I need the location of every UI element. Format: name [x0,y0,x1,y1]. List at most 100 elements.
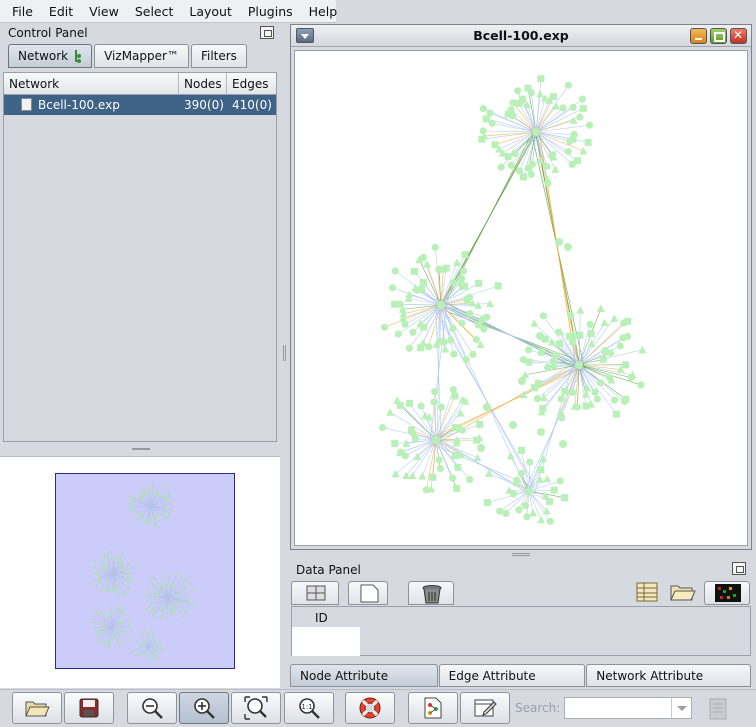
search-options-icon[interactable] [706,696,732,722]
network-node[interactable] [597,379,605,387]
network-node[interactable] [409,328,417,336]
network-node[interactable] [515,167,524,175]
zoom-in-button[interactable] [179,692,229,724]
network-node[interactable] [564,147,572,156]
network-node[interactable] [568,160,576,168]
network-node[interactable] [496,507,504,515]
menu-select[interactable]: Select [127,0,182,23]
window-menu-icon[interactable] [296,28,314,43]
network-node[interactable] [497,163,505,171]
network-node[interactable] [576,331,584,339]
network-node[interactable] [476,420,484,428]
network-node[interactable] [527,88,535,97]
network-node[interactable] [482,115,490,123]
network-node[interactable] [479,127,487,135]
network-node[interactable] [596,304,605,312]
menu-help[interactable]: Help [301,0,346,23]
zoom-out-button[interactable] [127,692,177,724]
network-node[interactable] [507,161,515,169]
network-node[interactable] [585,121,594,129]
network-node[interactable] [513,476,521,484]
network-hub-node[interactable] [432,436,440,444]
menu-edit[interactable]: Edit [41,0,81,23]
network-node[interactable] [441,345,450,353]
menu-view[interactable]: View [81,0,127,23]
network-node[interactable] [456,409,465,417]
network-node[interactable] [436,464,444,473]
network-node[interactable] [523,512,531,521]
network-node[interactable] [610,314,619,322]
network-node[interactable] [527,170,535,178]
blank-document-button[interactable] [348,581,388,605]
network-node[interactable] [491,141,499,149]
chevron-down-icon[interactable] [671,698,691,718]
delete-attribute-button[interactable] [408,581,454,605]
network-window-titlebar[interactable]: Bcell-100.exp [291,25,751,47]
network-node[interactable] [551,165,560,173]
network-node[interactable] [543,474,552,483]
network-node[interactable] [616,342,624,350]
network-node[interactable] [622,361,630,369]
network-node[interactable] [450,350,458,358]
tab-vizmapper[interactable]: VizMapper™ [94,44,189,68]
network-node[interactable] [475,279,483,287]
help-button[interactable] [345,692,395,724]
network-node[interactable] [525,346,533,354]
network-node[interactable] [600,318,609,327]
network-node[interactable] [620,397,629,405]
network-node[interactable] [391,440,399,448]
network-node[interactable] [448,474,457,482]
network-node[interactable] [560,494,568,502]
network-node[interactable] [518,377,526,385]
network-node[interactable] [417,402,425,410]
tab-filters[interactable]: Filters [190,44,247,68]
network-node[interactable] [559,440,567,448]
network-node[interactable] [509,421,517,429]
network-node[interactable] [601,347,609,355]
network-node[interactable] [466,475,474,484]
network-node[interactable] [423,260,432,268]
menu-file[interactable]: File [4,0,41,23]
network-node[interactable] [564,81,572,89]
network-node[interactable] [472,335,480,344]
search-input[interactable] [564,697,692,719]
network-node[interactable] [479,104,487,113]
network-node[interactable] [508,112,517,120]
undock-icon[interactable] [260,26,274,39]
data-panel-splitter[interactable] [290,551,752,559]
network-node[interactable] [576,113,584,121]
table-cell[interactable] [292,627,360,656]
network-node[interactable] [422,486,430,494]
network-node[interactable] [494,282,502,290]
network-node[interactable] [576,306,585,314]
network-node[interactable] [474,321,483,329]
network-node[interactable] [550,93,558,101]
network-node[interactable] [537,75,545,83]
network-node[interactable] [511,150,519,158]
id-column-header[interactable]: ID [315,611,328,625]
network-node[interactable] [519,173,527,181]
network-node[interactable] [396,300,404,308]
network-node[interactable] [555,238,563,246]
save-session-button[interactable] [64,692,114,724]
network-node[interactable] [453,484,461,492]
new-network-button[interactable] [408,692,458,724]
network-node[interactable] [419,279,427,287]
edit-network-button[interactable] [460,692,510,724]
network-node[interactable] [567,311,575,319]
network-node[interactable] [557,395,565,403]
attribute-table-button[interactable] [291,581,339,605]
network-node[interactable] [447,336,455,344]
network-node[interactable] [486,109,494,117]
network-hub-node[interactable] [525,487,533,495]
network-node[interactable] [564,243,572,251]
network-node[interactable] [484,499,492,507]
network-node[interactable] [405,290,414,298]
network-node[interactable] [388,284,397,292]
network-node[interactable] [587,330,595,338]
network-node[interactable] [537,348,545,356]
network-node[interactable] [506,451,515,460]
vertical-splitter[interactable] [281,23,289,687]
network-node[interactable] [591,388,599,396]
network-node[interactable] [529,509,538,517]
